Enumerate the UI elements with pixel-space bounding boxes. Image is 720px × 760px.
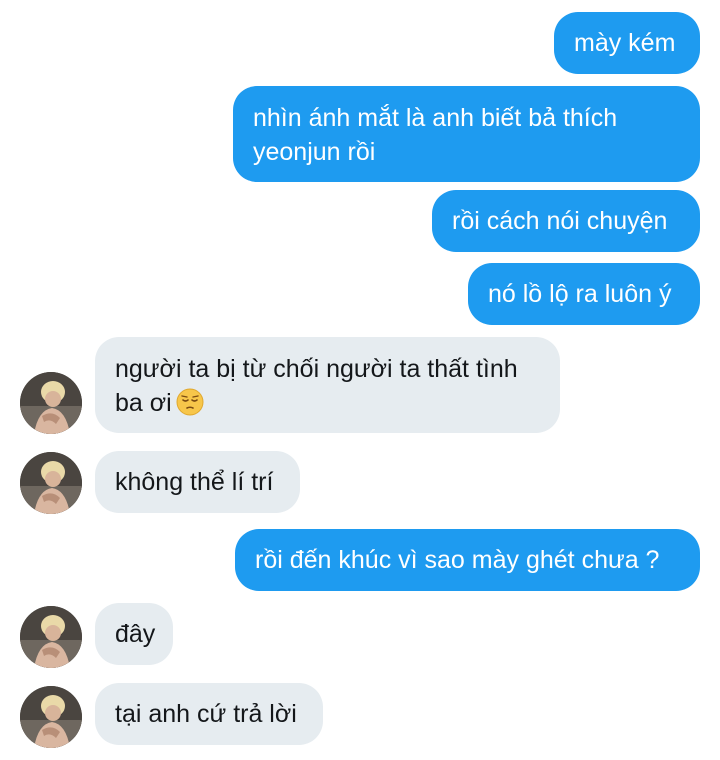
received-message[interactable]: đây xyxy=(95,603,173,665)
message-text: nhìn ánh mắt là anh biết bả thích yeonju… xyxy=(253,104,618,166)
avatar-photo-icon xyxy=(20,372,82,434)
user-avatar[interactable] xyxy=(20,372,82,434)
message-text: người ta bị từ chối người ta thất tình b… xyxy=(115,352,540,420)
message-text: tại anh cứ trả lời xyxy=(115,700,297,728)
user-avatar[interactable] xyxy=(20,452,82,514)
received-message[interactable]: không thể lí trí xyxy=(95,451,300,513)
message-text: rồi đến khúc vì sao mày ghét chưa ? xyxy=(255,546,660,574)
sent-message[interactable]: mày kém xyxy=(554,12,700,74)
sent-message[interactable]: rồi đến khúc vì sao mày ghét chưa ? xyxy=(235,529,700,591)
avatar-photo-icon xyxy=(20,686,82,748)
message-thread: mày kém nhìn ánh mắt là anh biết bả thíc… xyxy=(0,0,720,760)
user-avatar[interactable] xyxy=(20,606,82,668)
message-text: không thể lí trí xyxy=(115,468,274,496)
message-text: mày kém xyxy=(574,29,676,57)
message-text: nó lồ lộ ra luôn ý xyxy=(488,280,672,308)
received-message[interactable]: tại anh cứ trả lời xyxy=(95,683,323,745)
avatar-photo-icon xyxy=(20,452,82,514)
received-message[interactable]: người ta bị từ chối người ta thất tình b… xyxy=(95,337,560,433)
sent-message[interactable]: nó lồ lộ ra luôn ý xyxy=(468,263,700,325)
pensive-face-icon xyxy=(176,388,204,416)
user-avatar[interactable] xyxy=(20,686,82,748)
sent-message[interactable]: rồi cách nói chuyện xyxy=(432,190,700,252)
message-text: rồi cách nói chuyện xyxy=(452,207,668,235)
avatar-photo-icon xyxy=(20,606,82,668)
sent-message[interactable]: nhìn ánh mắt là anh biết bả thích yeonju… xyxy=(233,86,700,182)
message-text: đây xyxy=(115,620,156,648)
